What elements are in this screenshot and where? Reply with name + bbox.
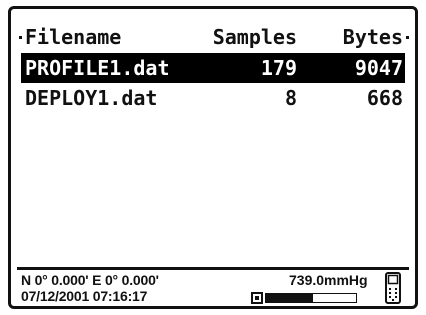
handheld-device-icon xyxy=(385,272,401,304)
file-row-selected[interactable]: PROFILE1.dat 179 9047 xyxy=(21,53,405,83)
battery-gauge xyxy=(265,293,357,303)
gps-coordinates: N 0° 0.000' E 0° 0.000' xyxy=(21,272,159,288)
battery-indicator xyxy=(251,292,359,304)
barometric-pressure: 739.0mmHg xyxy=(289,272,368,288)
file-samples: 179 xyxy=(260,56,297,80)
date-time: 07/12/2001 07:16:17 xyxy=(21,288,148,304)
file-name: PROFILE1.dat xyxy=(25,56,170,80)
battery-fill xyxy=(266,294,313,302)
instrument-screen: Filename Samples Bytes PROFILE1.dat 179 … xyxy=(8,6,418,309)
file-bytes: 668 xyxy=(366,86,403,110)
file-samples: 8 xyxy=(284,86,297,110)
header-bytes: Bytes xyxy=(342,25,410,49)
status-bar: N 0° 0.000' E 0° 0.000' 07/12/2001 07:16… xyxy=(17,267,409,306)
file-name: DEPLOY1.dat xyxy=(25,86,158,110)
header-filename: Filename xyxy=(18,25,122,49)
header-samples: Samples xyxy=(212,25,297,49)
file-row[interactable]: DEPLOY1.dat 8 668 xyxy=(21,83,405,113)
battery-icon xyxy=(251,292,263,304)
table-header: Filename Samples Bytes xyxy=(18,23,410,51)
file-bytes: 9047 xyxy=(354,56,403,80)
